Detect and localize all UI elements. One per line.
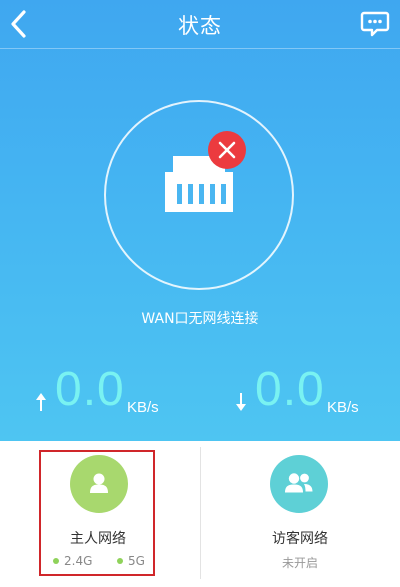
band-status-dot <box>53 557 59 564</box>
chat-bubble-icon <box>360 11 390 37</box>
band-5g-label: 5G <box>128 554 145 568</box>
upload-speed-unit: KB/s <box>127 399 159 416</box>
message-button[interactable] <box>360 10 390 38</box>
guest-network-card[interactable]: 访客网络 未开启 <box>200 441 400 587</box>
arrow-up-icon <box>36 393 46 411</box>
users-icon <box>285 473 313 493</box>
close-icon <box>218 141 236 159</box>
band-2-4g: 2.4G <box>53 554 92 568</box>
download-speed-unit: KB/s <box>327 399 359 416</box>
band-status-dot <box>117 557 123 564</box>
host-network-title: 主人网络 <box>70 531 126 547</box>
network-panel: 主人网络 2.4G 5G 访客网络 未开启 <box>0 441 400 587</box>
band-5g: 5G <box>117 554 145 568</box>
guest-network-avatar <box>270 455 328 513</box>
upload-speed-value: 0.0 <box>55 363 125 416</box>
host-network-avatar <box>70 455 128 513</box>
band-2-4g-label: 2.4G <box>64 554 93 568</box>
title-bar: 状态 <box>0 0 400 49</box>
download-speed-value: 0.0 <box>255 363 325 416</box>
page-title: 状态 <box>178 14 222 38</box>
wan-status-text: WAN口无网线连接 <box>141 311 259 327</box>
host-network-card[interactable]: 主人网络 2.4G 5G <box>0 441 200 587</box>
guest-network-status: 未开启 <box>281 556 318 570</box>
error-badge <box>208 131 246 169</box>
status-panel: 状态 WAN口无网线连接 0.0 KB/s 0.0 KB/s <box>0 0 400 441</box>
user-icon <box>90 473 108 493</box>
arrow-down-icon <box>236 393 246 411</box>
guest-network-title: 访客网络 <box>272 531 328 547</box>
